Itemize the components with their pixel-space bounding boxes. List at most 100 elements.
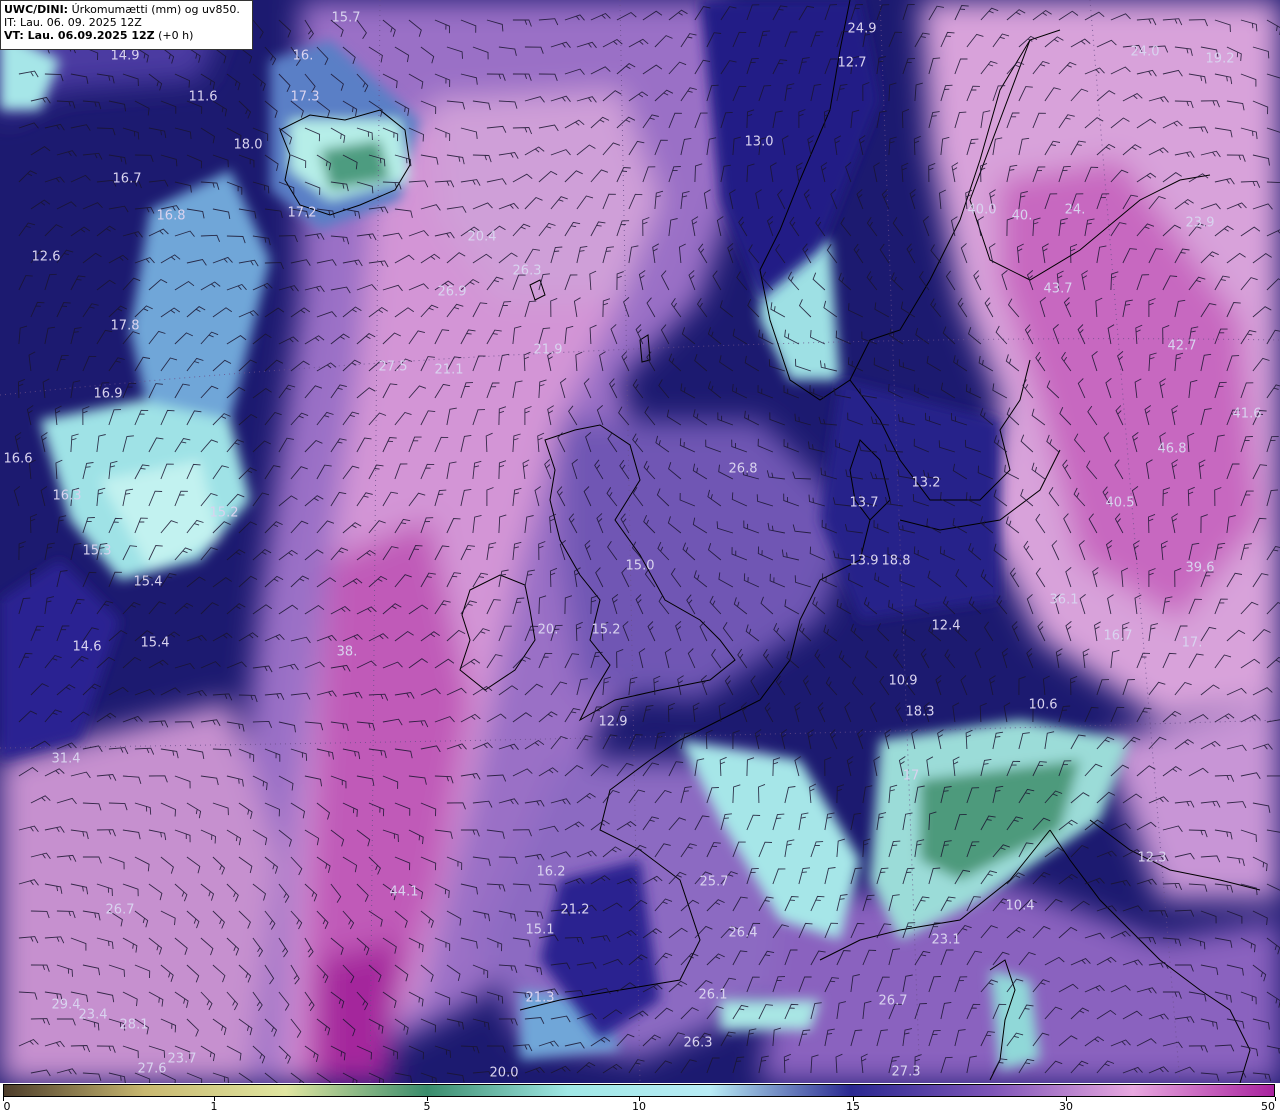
value-label: 26.3 — [512, 263, 542, 279]
value-label: 27.6 — [137, 1061, 167, 1077]
value-label: 12.9 — [598, 714, 628, 730]
value-label: 16.8 — [156, 208, 186, 224]
value-label: 24.9 — [847, 21, 877, 37]
colorbar: 0 1 5 10 15 30 50 — [0, 1083, 1280, 1115]
value-label: 16.6 — [3, 451, 33, 467]
value-label: 17 — [902, 768, 920, 784]
colorbar-tick-label: 50 — [1261, 1100, 1275, 1113]
value-label: 23.9 — [1185, 215, 1215, 231]
value-label: 16.9 — [93, 386, 123, 402]
value-label: 11.6 — [188, 89, 218, 105]
valid-time-row: VT: Lau. 06.09.2025 12Z (+0 h) — [4, 29, 249, 42]
value-label: 18.8 — [881, 553, 911, 569]
value-label: 25.7 — [699, 874, 729, 890]
valid-time: VT: Lau. 06.09.2025 12Z — [4, 29, 155, 42]
value-label: 16. — [292, 48, 314, 64]
value-label: 14.9 — [110, 48, 140, 64]
value-label: 17.2 — [287, 205, 317, 221]
value-label: 26.7 — [878, 993, 908, 1009]
value-label: 13.7 — [849, 495, 879, 511]
value-label: 27.5 — [378, 359, 408, 375]
value-label: 40.5 — [1105, 495, 1135, 511]
colorbar-tick-label: 0 — [3, 1100, 11, 1113]
value-label: 41.6 — [1232, 406, 1262, 422]
value-label: 12.7 — [837, 55, 867, 71]
value-label: 15.4 — [133, 574, 163, 590]
value-label: 42.7 — [1167, 338, 1197, 354]
value-label: 26.9 — [437, 284, 467, 300]
colorbar-tick-label: 10 — [632, 1100, 646, 1113]
value-label: 39.6 — [1185, 560, 1215, 576]
value-label: 15.4 — [140, 635, 170, 651]
value-label: 40. — [1011, 208, 1033, 224]
value-label: 12.6 — [31, 249, 61, 265]
value-label: 21.1 — [434, 362, 464, 378]
value-label: 26.3 — [683, 1035, 713, 1051]
value-label: 16.7 — [1103, 628, 1133, 644]
value-label: 15.7 — [331, 10, 361, 26]
value-label: 18.3 — [905, 704, 935, 720]
value-label: 16.7 — [112, 171, 142, 187]
value-label: 20.0 — [489, 1065, 519, 1081]
value-label: 44.1 — [389, 884, 419, 900]
value-label: 23.4 — [78, 1007, 108, 1023]
colorbar-tick — [1275, 1097, 1276, 1101]
forecast-hour: (+0 h) — [154, 29, 194, 42]
value-label: 43.7 — [1043, 281, 1073, 297]
value-label: 13.2 — [911, 475, 941, 491]
title-row: UWC/DINI: Úrkomumætti (mm) og uv850. — [4, 3, 249, 16]
value-label: 26.4 — [728, 925, 758, 941]
value-label: 15.0 — [625, 558, 655, 574]
value-label: 15.2 — [591, 622, 621, 638]
value-label: 23.1 — [931, 932, 961, 948]
value-label: 16.2 — [536, 864, 566, 880]
value-label: 17. — [1181, 635, 1203, 651]
value-label: 13.9 — [849, 553, 879, 569]
value-label: 12.3 — [1137, 850, 1167, 866]
value-label: 10.6 — [1028, 697, 1058, 713]
colorbar-gradient — [3, 1084, 1275, 1097]
value-label: 17.3 — [290, 89, 320, 105]
value-label: 26.1 — [698, 987, 728, 1003]
value-label: 46.8 — [1157, 441, 1187, 457]
value-label: 15.3 — [82, 543, 112, 559]
map-title-box: UWC/DINI: Úrkomumætti (mm) og uv850. IT:… — [0, 0, 253, 50]
value-label: 38. — [336, 644, 358, 660]
colorbar-tick-label: 15 — [846, 1100, 860, 1113]
value-label: 27.3 — [891, 1064, 921, 1080]
field-description: Úrkomumætti (mm) og uv850. — [68, 3, 240, 16]
colorbar-tick-label: 30 — [1059, 1100, 1073, 1113]
value-label: 15.1 — [525, 922, 555, 938]
value-label: 14.6 — [72, 639, 102, 655]
value-label: 24.0 — [1130, 44, 1160, 60]
value-label: 28.1 — [119, 1017, 149, 1033]
colorbar-tick-label: 5 — [423, 1100, 431, 1113]
model-name: UWC/DINI: — [4, 3, 69, 16]
map-canvas — [0, 0, 1280, 1083]
value-label: 26.8 — [728, 461, 758, 477]
value-label: 13.0 — [744, 134, 774, 150]
value-label: 10.4 — [1005, 898, 1035, 914]
value-label: 15.2 — [209, 505, 239, 521]
value-label: 21.2 — [560, 902, 590, 918]
value-label: 16.3 — [52, 488, 82, 504]
value-label: 29.4 — [51, 997, 81, 1013]
value-label: 21.9 — [533, 342, 563, 358]
value-label: 36.1 — [1049, 592, 1079, 608]
value-label: 31.4 — [51, 751, 81, 767]
value-label: 20.4 — [467, 229, 497, 245]
value-label: 40.0 — [967, 202, 997, 218]
init-time: IT: Lau. 06. 09. 2025 12Z — [4, 16, 142, 29]
value-label: 26.7 — [105, 902, 135, 918]
value-label: 20. — [537, 622, 559, 638]
value-label: 10.9 — [888, 673, 918, 689]
colorbar-tick-label: 1 — [210, 1100, 218, 1113]
value-label: 17.8 — [110, 318, 140, 334]
value-label: 24. — [1064, 202, 1086, 218]
value-label: 23.7 — [167, 1051, 197, 1067]
value-label: 21.3 — [525, 990, 555, 1006]
value-label: 18.0 — [233, 137, 263, 153]
value-label: 12.4 — [931, 618, 961, 634]
value-label: 19.2 — [1205, 51, 1235, 67]
precipitable-water-map: 15.7 14.9 16. 11.6 17.3 18.0 16.7 16.8 17.2 12.6 1… — [0, 0, 1280, 1083]
